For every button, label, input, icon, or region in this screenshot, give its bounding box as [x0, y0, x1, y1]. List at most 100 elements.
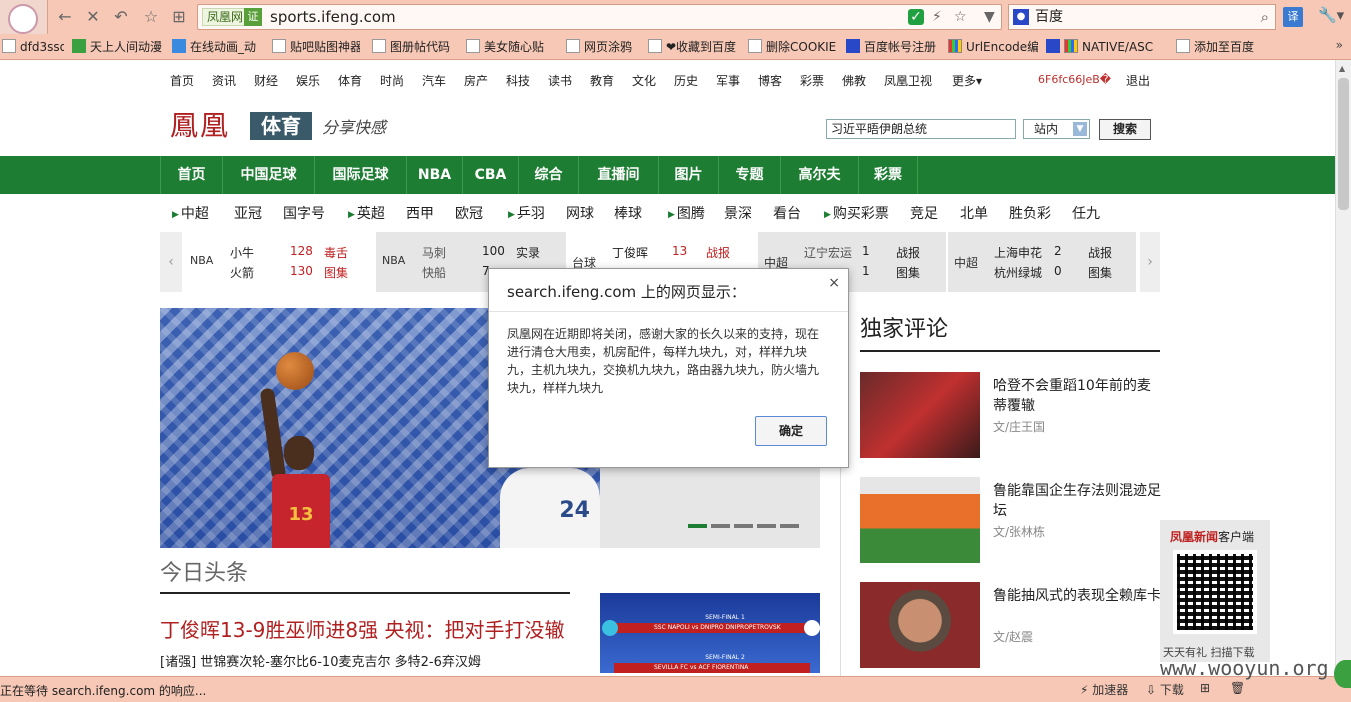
subnav-item[interactable]: ▶ 乒羽	[508, 203, 545, 223]
trash-icon[interactable]: 🗑	[1230, 681, 1245, 695]
grid-icon[interactable]: ⊞	[168, 6, 190, 28]
carousel-dot[interactable]	[734, 524, 753, 528]
subnav-item[interactable]: ▶ 购买彩票	[824, 203, 889, 223]
mainnav-item[interactable]: 综合	[518, 156, 578, 194]
bookmark-item[interactable]: UrlEncode编	[948, 38, 1038, 56]
news-thumbnail[interactable]	[860, 582, 980, 668]
scroll-up-icon[interactable]: ▲	[1339, 64, 1345, 73]
carousel-dot[interactable]	[757, 524, 776, 528]
bookmark-item[interactable]: 天上人间动漫	[72, 38, 164, 56]
topnav-item[interactable]: 军事	[716, 72, 740, 89]
site-search-input[interactable]: 习近平晤伊朗总统	[826, 119, 1016, 139]
subnav-item[interactable]: ▶ 英超	[348, 203, 385, 223]
topnav-item[interactable]: 教育	[590, 72, 614, 89]
score-card[interactable]: NBA 小牛 128 毒舌 火箭 130 图集	[184, 232, 372, 292]
carousel-dot[interactable]	[780, 524, 799, 528]
translate-icon[interactable]: 译	[1283, 7, 1303, 27]
subnav-item[interactable]: 任九	[1072, 203, 1100, 223]
bookmark-item[interactable]: 在线动画_动	[172, 38, 262, 56]
certificate-icon[interactable]: 证	[244, 8, 262, 26]
topnav-item[interactable]: 财经	[254, 72, 278, 89]
subnav-item[interactable]: 欧冠	[455, 203, 483, 223]
topnav-item[interactable]: 凤凰卫视	[884, 72, 932, 89]
lightning-icon[interactable]: ⚡	[932, 9, 942, 25]
topnav-item[interactable]: 房产	[464, 72, 488, 89]
baidu-paw-icon[interactable]: ●	[1013, 9, 1029, 25]
undo-icon[interactable]: ↶	[110, 6, 132, 28]
europa-league-semifinal-image[interactable]: SEMI-FINAL 1 SSC NAPOLI vs DNIPRO DNIPRO…	[600, 593, 820, 673]
topnav-item[interactable]: 时尚	[380, 72, 404, 89]
news-item[interactable]: 鲁能靠国企生存法则混迹足坛 文/张林栋	[860, 477, 1161, 563]
topnav-item[interactable]: 文化	[632, 72, 656, 89]
app-download-qr[interactable]: 凤凰新闻客户端 天天有礼 扫描下载	[1160, 520, 1270, 662]
subnav-item[interactable]: 西甲	[406, 203, 434, 223]
carousel-dot[interactable]	[711, 524, 730, 528]
mainnav-item[interactable]: 专题	[718, 156, 780, 194]
subnav-item[interactable]: 北单	[960, 203, 988, 223]
bookmark-item[interactable]: dfd3ssd	[2, 38, 64, 56]
address-bar[interactable]: 凤凰网 证 sports.ifeng.com ✓ ⚡ ☆ ▼	[197, 4, 1002, 30]
bookmark-item[interactable]: 美女随心贴	[466, 38, 554, 56]
news-item[interactable]: 哈登不会重蹈10年前的麦蒂覆辙 文/庄王国	[860, 372, 1160, 458]
bookmark-item[interactable]: 添加至百度	[1176, 38, 1268, 56]
wrench-icon[interactable]: 🔧▾	[1318, 6, 1344, 24]
topnav-item[interactable]: 首页	[170, 72, 194, 89]
mainnav-item[interactable]: NBA	[406, 156, 462, 194]
mainnav-item[interactable]: 国际足球	[314, 156, 406, 194]
subnav-item[interactable]: 竞足	[910, 203, 938, 223]
chevron-right-icon[interactable]: ›	[1140, 232, 1160, 292]
scrollbar-thumb[interactable]	[1338, 78, 1349, 210]
browser-search-box[interactable]: ● 百度 ⌕	[1008, 4, 1276, 30]
subnav-item[interactable]: 亚冠	[234, 203, 262, 223]
page-scrollbar[interactable]: ▲	[1335, 60, 1351, 676]
bookmark-item[interactable]: NATIVE/ASC	[1046, 38, 1164, 56]
download-button[interactable]: ⇩ 下载	[1146, 681, 1184, 698]
ok-button[interactable]: 确定	[755, 416, 827, 446]
url-text[interactable]: sports.ifeng.com	[270, 8, 396, 26]
security-shield-icon[interactable]: ✓	[908, 9, 924, 25]
dropdown-icon[interactable]: ▼	[984, 9, 995, 25]
mainnav-item[interactable]: 彩票	[858, 156, 918, 194]
topnav-item[interactable]: 汽车	[422, 72, 446, 89]
search-icon[interactable]: ⌕	[1261, 8, 1269, 26]
user-avatar[interactable]	[0, 0, 48, 34]
subnav-item[interactable]: ▶ 图腾	[668, 203, 705, 223]
topnav-more[interactable]: 更多▾	[952, 72, 982, 89]
news-thumbnail[interactable]	[860, 372, 980, 458]
score-card[interactable]: 中超 上海申花 2 战报 杭州绿城 0 图集	[948, 232, 1136, 292]
favorite-star-icon[interactable]: ☆	[140, 6, 162, 28]
news-item[interactable]: 鲁能抽风式的表现全赖库卡 文/赵震	[860, 582, 1161, 668]
search-scope-select[interactable]: 站内 ▼	[1023, 119, 1090, 139]
search-button[interactable]: 搜索	[1099, 119, 1151, 140]
chevron-left-icon[interactable]: ‹	[160, 232, 182, 292]
mainnav-item[interactable]: 首页	[160, 156, 222, 194]
subnav-item[interactable]: 网球	[566, 203, 594, 223]
subnav-item[interactable]: 看台	[773, 203, 801, 223]
topnav-item[interactable]: 博客	[758, 72, 782, 89]
close-icon[interactable]: ×	[828, 275, 840, 291]
bookmark-item[interactable]: 删除COOKIE	[748, 38, 836, 56]
subnav-item[interactable]: 景深	[724, 203, 752, 223]
bookmark-item[interactable]: 网页涂鸦	[566, 38, 640, 56]
topnav-item[interactable]: 资讯	[212, 72, 236, 89]
bookmark-item[interactable]: 图册帖代码	[372, 38, 456, 56]
topnav-item[interactable]: 彩票	[800, 72, 824, 89]
accelerator-button[interactable]: ⚡ 加速器	[1080, 681, 1128, 698]
subnav-item[interactable]: 棒球	[614, 203, 642, 223]
top-headline-link[interactable]: 丁俊晖13-9胜巫师进8强 央视：把对手打没辙	[160, 614, 564, 643]
headline-subline[interactable]: [诸强] 世锦赛次轮-塞尔比6-10麦克吉尔 多特2-6弃汉姆	[160, 651, 481, 670]
subnav-item[interactable]: 国字号	[283, 203, 325, 223]
mainnav-item[interactable]: 直播间	[578, 156, 658, 194]
back-icon[interactable]: ←	[54, 6, 76, 28]
mainnav-item[interactable]: 图片	[658, 156, 718, 194]
user-id[interactable]: 6F6fc66JeB�	[1038, 73, 1111, 86]
subnav-item[interactable]: ▶ 中超	[172, 203, 209, 223]
bookmarks-more-icon[interactable]: »	[1336, 38, 1343, 52]
topnav-item[interactable]: 娱乐	[296, 72, 320, 89]
topnav-item[interactable]: 体育	[338, 72, 362, 89]
bookmark-item[interactable]: 贴吧贴图神器	[272, 38, 360, 56]
mainnav-item[interactable]: 高尔夫	[780, 156, 858, 194]
topnav-item[interactable]: 科技	[506, 72, 530, 89]
corner-badge-icon[interactable]	[1334, 660, 1351, 688]
news-thumbnail[interactable]	[860, 477, 980, 563]
